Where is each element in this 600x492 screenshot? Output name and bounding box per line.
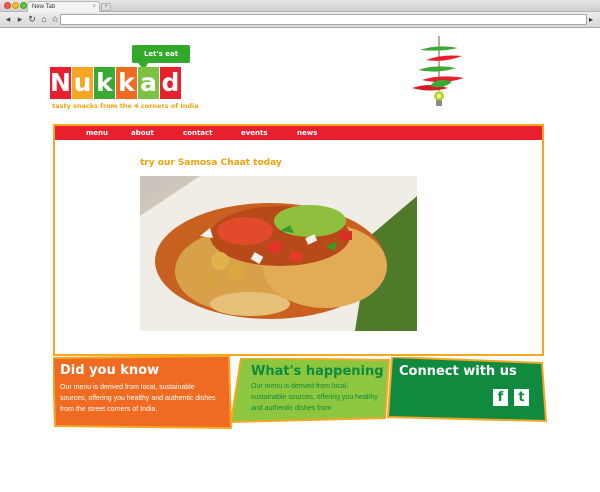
tab-close-icon[interactable]: × <box>92 2 96 12</box>
logo-letter: k <box>116 67 137 99</box>
content-frame: menu about contact events news try our S… <box>53 124 544 356</box>
whats-happening-panel: What's happening Our menu is derived fro… <box>229 358 391 424</box>
site-logo[interactable]: Let's eat chaat! Nukkad tasty snacks fro… <box>50 45 199 115</box>
browser-tab[interactable]: New Tab × <box>27 1 100 12</box>
main-nav: menu about contact events news <box>55 126 542 140</box>
nav-item-menu[interactable]: menu <box>86 126 108 140</box>
new-tab-button[interactable]: + <box>101 3 111 11</box>
logo-letter: u <box>72 67 93 99</box>
whats-happening-text: Our menu is derived from local, sustaina… <box>251 383 378 412</box>
nav-item-about[interactable]: about <box>131 126 154 140</box>
zoom-window-button[interactable] <box>20 2 27 9</box>
facebook-icon[interactable]: f <box>493 389 508 406</box>
nav-item-contact[interactable]: contact <box>183 126 213 140</box>
browser-toolbar: ◂ ▸ ↻ ⌂ ☆ ▸ <box>0 12 600 28</box>
logo-wordmark: Nukkad <box>50 67 181 99</box>
logo-letter: d <box>160 67 181 99</box>
address-bar[interactable] <box>60 14 587 25</box>
close-window-button[interactable] <box>4 2 11 9</box>
did-you-know-title: Did you know <box>60 363 160 378</box>
logo-letter: N <box>50 67 71 99</box>
did-you-know-text: Our menu is derived from local, sustaina… <box>60 384 216 413</box>
chili-skewer-icon <box>412 36 464 106</box>
logo-letter: k <box>94 67 115 99</box>
browser-titlebar: New Tab × + <box>0 0 600 12</box>
back-icon[interactable]: ◂ <box>3 14 13 25</box>
twitter-icon[interactable]: t <box>514 389 529 406</box>
connect-title: Connect with us <box>399 364 517 379</box>
feature-title: try our Samosa Chaat today <box>140 158 282 168</box>
go-icon[interactable]: ▸ <box>589 14 598 25</box>
nav-item-news[interactable]: news <box>297 126 317 140</box>
samosa-chaat-photo <box>140 176 417 331</box>
bookmark-star-icon[interactable]: ☆ <box>50 14 60 25</box>
logo-speech-bubble: Let's eat chaat! <box>132 45 190 76</box>
logo-letter: a <box>138 67 159 99</box>
minimize-window-button[interactable] <box>12 2 19 9</box>
did-you-know-panel: Did you know Our menu is derived from lo… <box>53 356 233 430</box>
connect-panel: Connect with us f t <box>386 357 548 423</box>
home-icon[interactable]: ⌂ <box>39 14 49 25</box>
forward-icon[interactable]: ▸ <box>15 14 25 25</box>
reload-icon[interactable]: ↻ <box>27 14 37 25</box>
nav-item-events[interactable]: events <box>241 126 268 140</box>
browser-tab-title: New Tab <box>32 4 56 10</box>
whats-happening-title: What's happening <box>251 364 384 379</box>
logo-tagline: tasty snacks from the 4 corners of India <box>52 102 199 110</box>
